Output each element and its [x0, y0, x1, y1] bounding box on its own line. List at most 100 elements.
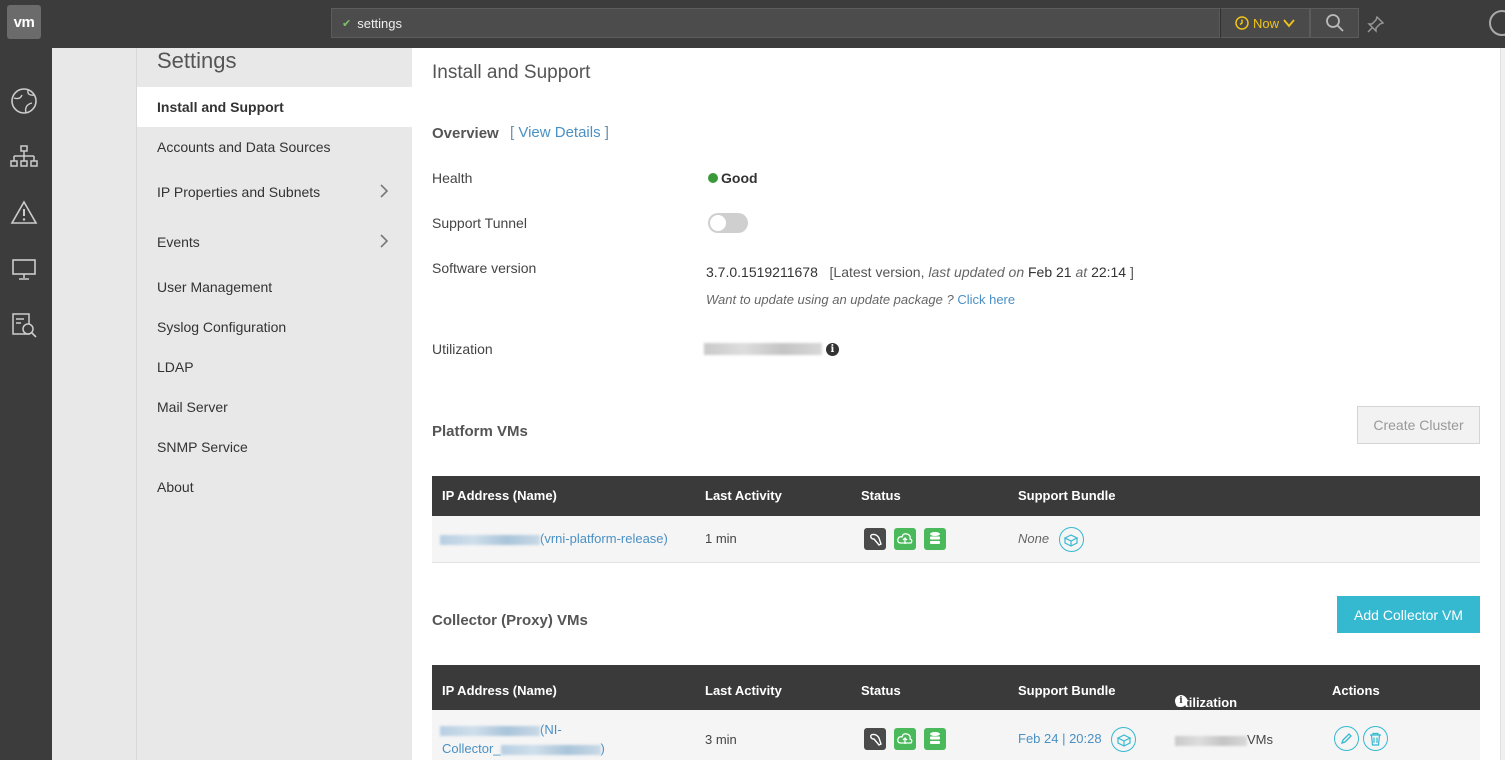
time-label: Now [1252, 15, 1279, 31]
trash-icon [1370, 732, 1381, 746]
sidebar-item-label: User Management [157, 279, 273, 295]
sidebar-title: Settings [157, 48, 237, 73]
info-icon[interactable]: i [1175, 695, 1187, 707]
bundle-download-icon[interactable] [1111, 727, 1137, 752]
search-value: settings [357, 15, 403, 31]
sidebar-item-mail-server[interactable]: Mail Server [137, 387, 413, 427]
search-input[interactable]: ✔ settings [331, 8, 1220, 38]
actions-cell [1334, 726, 1388, 751]
support-bundle-cell: Feb 24 | 20:28 [1018, 727, 1137, 752]
sidebar-item-label: Mail Server [157, 399, 228, 415]
sidebar-item-accounts-and-data-sources[interactable]: Accounts and Data Sources [137, 127, 413, 167]
sidebar-item-user-management[interactable]: User Management [137, 267, 413, 307]
sidebar-item-label: Install and Support [157, 99, 284, 115]
page-title: Install and Support [432, 62, 591, 83]
click-here-link[interactable]: Click here [957, 292, 1015, 307]
sidebar-item-label: Events [157, 234, 200, 250]
scrollbar[interactable] [1500, 48, 1505, 760]
bracket-open: [ [510, 124, 515, 141]
sidebar-item-label: SNMP Service [157, 439, 248, 455]
status-cell [864, 728, 946, 750]
support-tunnel-label: Support Tunnel [432, 215, 527, 231]
search-button[interactable] [1310, 8, 1359, 38]
pencil-icon [1340, 733, 1352, 745]
monitor-icon[interactable] [9, 254, 39, 284]
chevron-down-icon [1283, 19, 1295, 28]
col-ip-address: IP Address (Name) [442, 488, 557, 503]
chevron-right-icon [380, 184, 389, 198]
latest-prefix: [Latest version, [829, 264, 925, 280]
cloud-upload-status-icon [894, 728, 916, 750]
check-icon: ✔ [342, 17, 352, 30]
ip-name-cell[interactable]: (vrni-platform-release) [440, 531, 668, 546]
top-bar: vm ✔ settings Now [0, 0, 1505, 48]
ip-name-cell[interactable]: (NI- Collector_) [440, 720, 660, 758]
main-content: Install and Support Overview [ View Deta… [412, 48, 1500, 760]
topology-icon[interactable] [9, 142, 39, 172]
pin-button[interactable] [1362, 10, 1390, 38]
software-version-value: 3.7.0.1519211678 [Latest version, last u… [706, 264, 1134, 280]
toggle-knob [710, 215, 726, 231]
pin-icon [1367, 15, 1385, 33]
sidebar-item-snmp-service[interactable]: SNMP Service [137, 427, 413, 467]
edit-button[interactable] [1334, 726, 1359, 751]
wrench-status-icon [864, 728, 886, 750]
table-row: (NI- Collector_) 3 min Feb 24 | 20:28 VM… [432, 710, 1480, 760]
utilization-label: Utilization [432, 341, 493, 357]
sidebar-item-label: Syslog Configuration [157, 319, 287, 335]
sidebar-item-label: IP Properties and Subnets [157, 184, 321, 200]
utilization-cell: VMs [1175, 732, 1273, 747]
sidebar-item-ldap[interactable]: LDAP [137, 347, 413, 387]
col-status: Status [861, 488, 901, 503]
left-icon-rail [0, 48, 52, 760]
dashboard-globe-icon[interactable] [9, 86, 39, 116]
support-bundle-date-link[interactable]: Feb 24 | 20:28 [1018, 731, 1102, 746]
sidebar-item-label: Accounts and Data Sources [157, 139, 331, 155]
user-menu-icon[interactable] [1489, 10, 1505, 36]
health-status-dot [708, 173, 718, 183]
sidebar-item-ip-properties-and-subnets[interactable]: IP Properties and Subnets [137, 172, 413, 212]
bracket-close: ] [604, 124, 609, 141]
sidebar-item-syslog-configuration[interactable]: Syslog Configuration [137, 307, 413, 347]
sidebar-item-about[interactable]: About [137, 467, 413, 507]
sidebar-item-label: LDAP [157, 359, 194, 375]
settings-sidebar: Settings Install and Support Accounts an… [136, 48, 413, 760]
redacted-utilization [704, 343, 822, 356]
redacted-ip [440, 534, 540, 545]
collector-vms-title: Collector (Proxy) VMs [432, 612, 588, 629]
support-bundle-none: None [1018, 530, 1050, 546]
database-status-icon [924, 528, 946, 550]
sidebar-item-install-and-support[interactable]: Install and Support [137, 87, 413, 127]
latest-suffix: ] [1130, 264, 1134, 280]
chevron-right-icon [380, 234, 389, 248]
add-collector-vm-button[interactable]: Add Collector VM [1337, 596, 1480, 633]
update-prompt: Want to update using an update package ? [706, 292, 954, 307]
updated-date: Feb 21 [1028, 264, 1072, 280]
platform-table-header: IP Address (Name) Last Activity Status S… [432, 476, 1480, 516]
last-activity-cell: 1 min [705, 531, 737, 546]
col-ip-address: IP Address (Name) [442, 683, 557, 698]
overview-title: Overview [432, 125, 499, 142]
view-details-link[interactable]: View Details [518, 124, 600, 141]
col-support-bundle: Support Bundle [1018, 683, 1116, 698]
wrench-status-icon [864, 528, 886, 550]
vmware-logo[interactable]: vm [7, 5, 41, 39]
delete-button[interactable] [1363, 726, 1388, 751]
info-icon[interactable]: i [825, 342, 839, 356]
updated-time: 22:14 [1091, 264, 1127, 280]
search-report-icon[interactable] [9, 310, 39, 340]
col-support-bundle: Support Bundle [1018, 488, 1116, 503]
sidebar-item-events[interactable]: Events [137, 222, 413, 262]
time-selector-button[interactable]: Now [1220, 8, 1310, 38]
utilization-suffix: VMs [1247, 732, 1273, 747]
redacted-utilization [1175, 735, 1247, 746]
col-last-activity: Last Activity [705, 683, 782, 698]
utilization-value: i [704, 340, 839, 356]
table-row: (vrni-platform-release) 1 min None [432, 516, 1480, 563]
alert-warning-icon[interactable] [9, 198, 39, 228]
support-tunnel-toggle[interactable] [708, 213, 748, 233]
create-cluster-button[interactable]: Create Cluster [1357, 406, 1480, 444]
vm-name-part1: (NI- [540, 722, 562, 737]
col-last-activity: Last Activity [705, 488, 782, 503]
bundle-download-icon[interactable] [1058, 527, 1084, 552]
